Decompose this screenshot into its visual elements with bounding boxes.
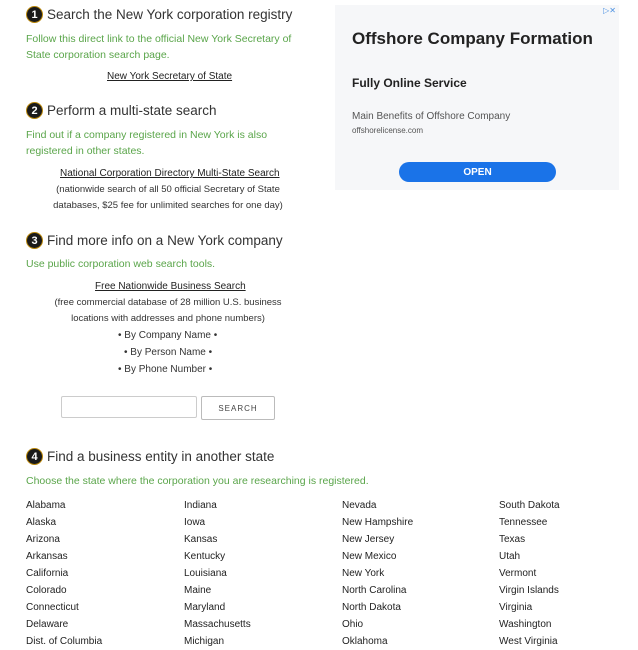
state-link[interactable]: Iowa xyxy=(184,514,251,531)
step-4-title: Find a business entity in another state xyxy=(47,449,275,464)
step-1-description: Follow this direct link to the official … xyxy=(26,31,291,63)
state-link[interactable]: Michigan xyxy=(184,633,251,650)
business-search-input[interactable] xyxy=(61,396,197,418)
step-1-desc-line-2: State corporation search page. xyxy=(26,49,170,61)
state-link[interactable]: Kentucky xyxy=(184,548,251,565)
step-2-desc-line-2: registered in other states. xyxy=(26,145,145,157)
state-link[interactable]: Dist. of Columbia xyxy=(26,633,102,650)
step-1-desc-line-1: Follow this direct link to the official … xyxy=(26,33,292,45)
step-3-number-icon: 3 xyxy=(26,232,43,249)
state-link[interactable]: Ohio xyxy=(342,616,413,633)
ad-url: offshorelicense.com xyxy=(352,126,423,135)
state-column-2: Indiana Iowa Kansas Kentucky Louisiana M… xyxy=(184,497,251,650)
step-2-description: Find out if a company registered in New … xyxy=(26,127,267,159)
step-2-note-line-1: (nationwide search of all 50 official Se… xyxy=(56,184,280,195)
state-link[interactable]: Connecticut xyxy=(26,599,102,616)
state-link[interactable]: Washington xyxy=(499,616,560,633)
ad-title[interactable]: Offshore Company Formation xyxy=(352,29,593,49)
step-1-heading: 1 Search the New York corporation regist… xyxy=(26,6,292,23)
step-4-number-icon: 4 xyxy=(26,448,43,465)
search-button[interactable]: SEARCH xyxy=(201,396,275,420)
state-link[interactable]: Virgin Islands xyxy=(499,582,560,599)
step-2-desc-line-1: Find out if a company registered in New … xyxy=(26,129,268,141)
state-link[interactable]: Texas xyxy=(499,531,560,548)
state-link[interactable]: Oklahoma xyxy=(342,633,413,650)
state-link[interactable]: Nevada xyxy=(342,497,413,514)
state-link[interactable]: Colorado xyxy=(26,582,102,599)
by-person-name-option[interactable]: • By Person Name • xyxy=(124,347,212,358)
step-1-number-icon: 1 xyxy=(26,6,43,23)
state-link[interactable]: West Virginia xyxy=(499,633,560,650)
state-link[interactable]: Alaska xyxy=(26,514,102,531)
state-column-3: Nevada New Hampshire New Jersey New Mexi… xyxy=(342,497,413,650)
state-link[interactable]: New Hampshire xyxy=(342,514,413,531)
ny-secretary-of-state-link[interactable]: New York Secretary of State xyxy=(107,71,232,82)
by-company-name-option[interactable]: • By Company Name • xyxy=(118,330,217,341)
step-1-title: Search the New York corporation registry xyxy=(47,7,293,22)
state-link[interactable]: New York xyxy=(342,565,413,582)
state-link[interactable]: Vermont xyxy=(499,565,560,582)
step-3-heading: 3 Find more info on a New York company xyxy=(26,232,283,249)
state-link[interactable]: Alabama xyxy=(26,497,102,514)
state-link[interactable]: Arizona xyxy=(26,531,102,548)
state-link[interactable]: Tennessee xyxy=(499,514,560,531)
state-link[interactable]: Delaware xyxy=(26,616,102,633)
ad-benefit-text: Main Benefits of Offshore Company xyxy=(352,111,511,122)
step-2-note-line-2: databases, $25 fee for unlimited searche… xyxy=(53,200,283,211)
state-link[interactable]: New Mexico xyxy=(342,548,413,565)
step-3-note-line-2: locations with addresses and phone numbe… xyxy=(71,313,265,324)
state-link[interactable]: Kansas xyxy=(184,531,251,548)
step-3-description: Use public corporation web search tools. xyxy=(26,258,216,270)
free-business-search-link[interactable]: Free Nationwide Business Search xyxy=(95,281,246,292)
by-phone-number-option[interactable]: • By Phone Number • xyxy=(118,364,212,375)
step-2-number-icon: 2 xyxy=(26,102,43,119)
ad-choices-close-icon[interactable]: ▷✕ xyxy=(603,6,616,15)
step-3-note-line-1: (free commercial database of 28 million … xyxy=(54,297,282,308)
state-column-4: South Dakota Tennessee Texas Utah Vermon… xyxy=(499,497,560,650)
state-link[interactable]: Virginia xyxy=(499,599,560,616)
step-4-heading: 4 Find a business entity in another stat… xyxy=(26,448,274,465)
state-link[interactable]: Maine xyxy=(184,582,251,599)
step-2-heading: 2 Perform a multi-state search xyxy=(26,102,217,119)
ad-subtitle: Fully Online Service xyxy=(352,76,467,90)
step-2-title: Perform a multi-state search xyxy=(47,103,217,118)
state-link[interactable]: Maryland xyxy=(184,599,251,616)
state-link[interactable]: Massachusetts xyxy=(184,616,251,633)
state-link[interactable]: South Dakota xyxy=(499,497,560,514)
advertisement-panel[interactable]: ▷✕ Offshore Company Formation Fully Onli… xyxy=(335,5,619,190)
state-column-1: Alabama Alaska Arizona Arkansas Californ… xyxy=(26,497,102,650)
step-3-note: (free commercial database of 28 million … xyxy=(26,295,310,327)
step-4-description: Choose the state where the corporation y… xyxy=(26,475,369,487)
state-link[interactable]: Arkansas xyxy=(26,548,102,565)
ad-open-button[interactable]: OPEN xyxy=(399,162,556,182)
state-link[interactable]: Louisiana xyxy=(184,565,251,582)
multi-state-search-link[interactable]: National Corporation Directory Multi-Sta… xyxy=(60,168,280,179)
state-link[interactable]: New Jersey xyxy=(342,531,413,548)
state-link[interactable]: Indiana xyxy=(184,497,251,514)
state-link[interactable]: California xyxy=(26,565,102,582)
state-link[interactable]: North Carolina xyxy=(342,582,413,599)
step-3-title: Find more info on a New York company xyxy=(47,233,283,248)
state-link[interactable]: Utah xyxy=(499,548,560,565)
step-2-note: (nationwide search of all 50 official Se… xyxy=(26,182,310,214)
state-link[interactable]: North Dakota xyxy=(342,599,413,616)
